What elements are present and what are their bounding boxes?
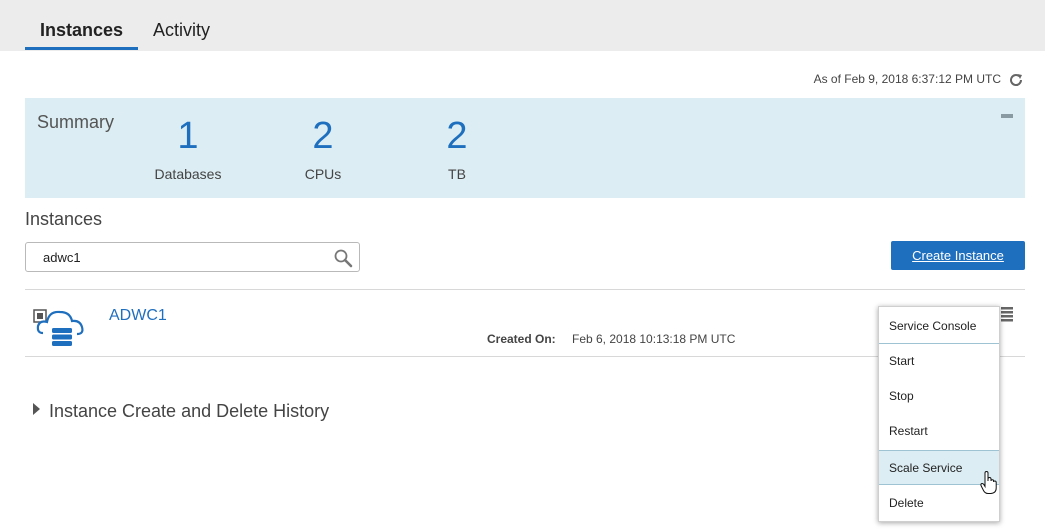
menu-item-restart[interactable]: Restart xyxy=(879,414,999,449)
metric-databases-value: 1 xyxy=(177,115,199,157)
metric-tb: 2 TB xyxy=(407,116,507,182)
metric-cpus-label: CPUs xyxy=(304,166,342,182)
create-instance-button[interactable]: Create Instance xyxy=(891,241,1025,270)
collapse-summary-icon[interactable] xyxy=(1001,114,1013,118)
metric-tb-label: TB xyxy=(448,166,466,182)
summary-panel: Summary 1 Databases 2 CPUs 2 TB xyxy=(25,98,1025,198)
metric-cpus: 2 CPUs xyxy=(273,116,373,182)
search-icon[interactable] xyxy=(333,248,353,268)
divider xyxy=(25,289,1025,290)
metric-cpus-value: 2 xyxy=(312,115,334,157)
history-label: Instance Create and Delete History xyxy=(49,401,330,421)
tab-activity[interactable]: Activity xyxy=(153,20,210,51)
instance-name-link[interactable]: ADWC1 xyxy=(109,307,167,325)
metric-databases: 1 Databases xyxy=(138,116,238,182)
menu-item-start[interactable]: Start xyxy=(879,344,999,379)
page: Instances Activity As of Feb 9, 2018 6:3… xyxy=(0,0,1045,531)
created-on-value: Feb 6, 2018 10:13:18 PM UTC xyxy=(572,332,736,346)
summary-title: Summary xyxy=(37,112,115,132)
history-expander[interactable]: Instance Create and Delete History xyxy=(33,401,329,422)
menu-item-service-console[interactable]: Service Console xyxy=(879,309,999,344)
tab-bar: Instances Activity xyxy=(0,0,1045,51)
instances-section-title: Instances xyxy=(25,209,103,229)
created-on-label: Created On: xyxy=(487,332,556,346)
divider xyxy=(25,356,1025,357)
active-tab-indicator xyxy=(25,47,138,50)
hamburger-menu-icon[interactable] xyxy=(1000,306,1014,322)
metric-tb-value: 2 xyxy=(446,115,468,157)
cloud-database-icon xyxy=(33,309,84,346)
search-input[interactable] xyxy=(26,243,326,271)
menu-item-stop[interactable]: Stop xyxy=(879,379,999,414)
metric-databases-label: Databases xyxy=(154,166,222,182)
expand-triangle-icon xyxy=(33,403,40,415)
refresh-icon[interactable] xyxy=(1008,72,1024,88)
hand-cursor-icon xyxy=(980,471,997,494)
as-of-timestamp: As of Feb 9, 2018 6:37:12 PM UTC xyxy=(813,72,1001,86)
instance-search xyxy=(25,242,360,272)
